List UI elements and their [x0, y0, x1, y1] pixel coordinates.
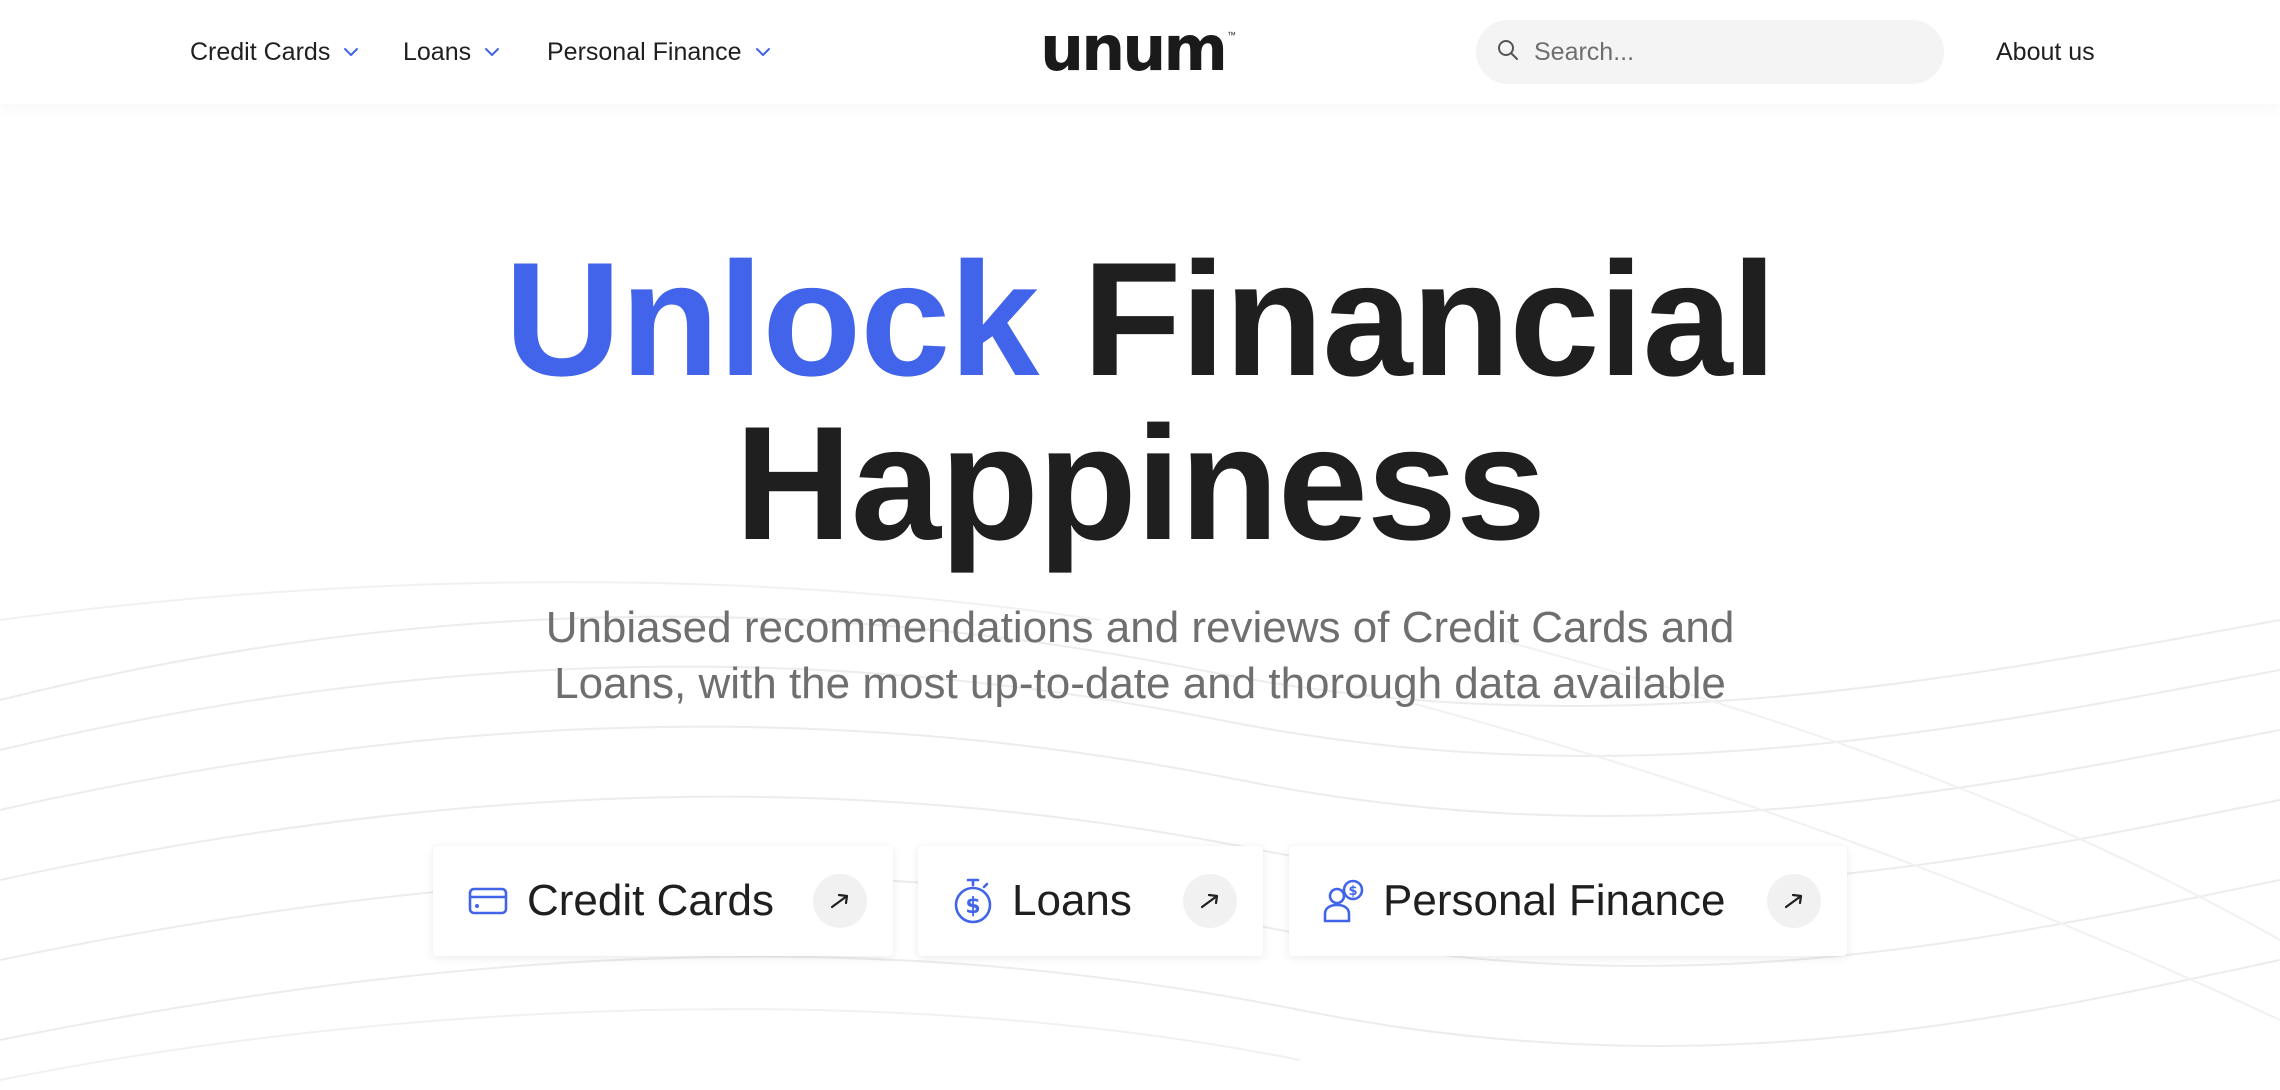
- category-card-personal-finance[interactable]: $ Personal Finance: [1289, 846, 1847, 956]
- svg-text:$: $: [1348, 884, 1357, 899]
- logo-trademark: ™: [1227, 30, 1237, 40]
- nav-personal-finance-label: Personal Finance: [547, 37, 742, 66]
- arrow-up-right-icon[interactable]: [813, 874, 867, 928]
- hero-title-line2: Happiness: [734, 393, 1546, 574]
- unum-logo[interactable]: unum ™: [1040, 16, 1246, 82]
- hero-title-rest: Financial: [1082, 229, 1776, 410]
- nav-personal-finance[interactable]: Personal Finance: [547, 34, 772, 70]
- credit-card-icon: [465, 878, 511, 924]
- arrow-up-right-icon[interactable]: [1183, 874, 1237, 928]
- svg-text:$: $: [965, 894, 980, 919]
- person-dollar-icon: $: [1321, 878, 1367, 924]
- category-card-label: Personal Finance: [1383, 876, 1726, 925]
- nav-credit-cards-label: Credit Cards: [190, 37, 331, 66]
- arrow-up-right-icon[interactable]: [1767, 874, 1821, 928]
- category-card-label: Credit Cards: [527, 876, 774, 925]
- top-navigation-bar: Credit Cards Loans Personal Finance unum…: [0, 0, 2280, 104]
- chevron-down-icon: [483, 43, 501, 61]
- logo-text: unum: [1040, 12, 1228, 85]
- stopwatch-dollar-icon: $: [950, 878, 996, 924]
- category-card-loans[interactable]: $ Loans: [918, 846, 1263, 956]
- nav-loans[interactable]: Loans: [403, 34, 501, 70]
- about-us-link[interactable]: About us: [1996, 34, 2095, 70]
- nav-credit-cards[interactable]: Credit Cards: [190, 34, 360, 70]
- hero-subtitle: Unbiased recommendations and reviews of …: [545, 603, 1735, 708]
- page: Credit Cards Loans Personal Finance unum…: [0, 0, 2280, 1090]
- hero-title: Unlock Financial Happiness: [0, 238, 2280, 566]
- chevron-down-icon: [754, 43, 772, 61]
- nav-loans-label: Loans: [403, 37, 472, 66]
- search-icon: [1496, 38, 1520, 67]
- search-input[interactable]: [1534, 37, 1914, 67]
- hero-title-accent: Unlock: [504, 229, 1039, 410]
- chevron-down-icon: [342, 43, 360, 61]
- search-bar[interactable]: [1476, 20, 1944, 84]
- category-card-label: Loans: [1012, 876, 1132, 925]
- category-card-credit-cards[interactable]: Credit Cards: [433, 846, 893, 956]
